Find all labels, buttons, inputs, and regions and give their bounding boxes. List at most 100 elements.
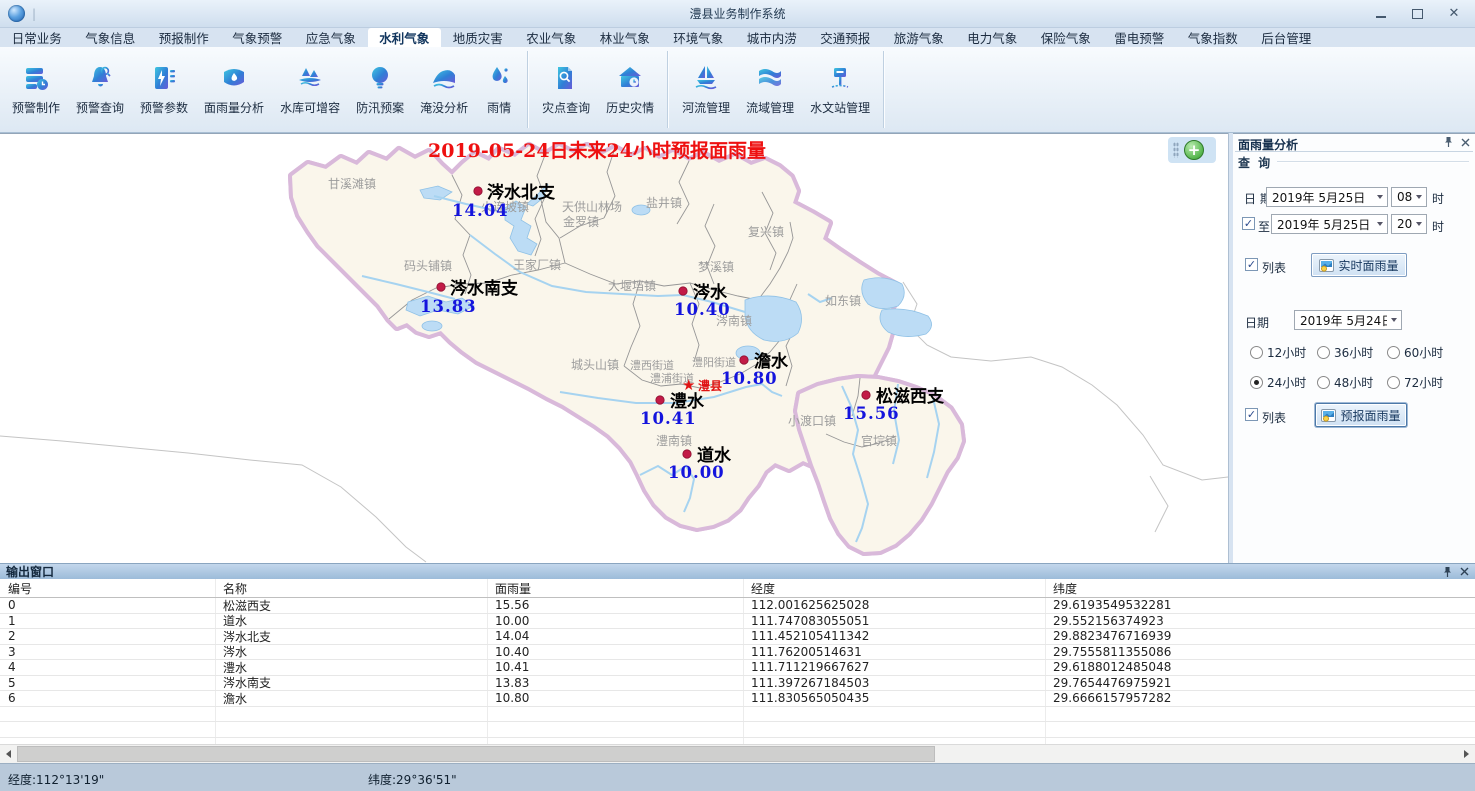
add-layer-button[interactable]: +	[1184, 140, 1204, 160]
alert-edit-icon	[21, 63, 51, 93]
duration-radio-12小时[interactable]: 12小时	[1250, 344, 1306, 361]
station-dot-icon[interactable]	[679, 287, 687, 295]
column-header[interactable]: 面雨量	[487, 580, 743, 597]
tool-basin[interactable]: 流域管理	[738, 47, 802, 132]
column-header[interactable]: 编号	[0, 580, 215, 597]
tool-alert-params[interactable]: 预警参数	[132, 47, 196, 132]
tool-area-rain[interactable]: 面雨量分析	[196, 47, 272, 132]
end-date-select[interactable]: 2019年 5月25日	[1271, 214, 1388, 234]
column-header[interactable]: 名称	[215, 580, 487, 597]
basin-icon	[755, 63, 785, 93]
column-header[interactable]: 经度	[743, 580, 1045, 597]
menu-tab-12[interactable]: 旅游气象	[882, 28, 956, 47]
menu-tab-10[interactable]: 城市内涝	[735, 28, 809, 47]
start-hour-select[interactable]: 08	[1391, 187, 1427, 207]
menu-tab-15[interactable]: 雷电预警	[1103, 28, 1177, 47]
pin-icon[interactable]	[1444, 136, 1453, 148]
duration-radio-60小时[interactable]: 60小时	[1387, 344, 1443, 361]
tool-disaster-history[interactable]: 历史灾情	[598, 47, 662, 132]
menu-tab-9[interactable]: 环境气象	[662, 28, 736, 47]
table-row[interactable]: 5涔水南支13.83111.39726718450329.76544769759…	[0, 676, 1475, 692]
tool-alert-edit[interactable]: 预警制作	[4, 47, 68, 132]
duration-radio-36小时[interactable]: 36小时	[1317, 344, 1373, 361]
start-date-select[interactable]: 2019年 5月25日	[1266, 187, 1388, 207]
table-body: 0松滋西支15.56112.00162562502829.61935495322…	[0, 598, 1475, 744]
menu-tab-7[interactable]: 农业气象	[515, 28, 589, 47]
latitude-readout: 纬度:29°36'51"	[368, 771, 457, 788]
town-label: 甘溪滩镇	[328, 177, 376, 191]
forecast-date-select[interactable]: 2019年 5月24日	[1294, 310, 1402, 330]
station-dot-icon[interactable]	[474, 187, 482, 195]
menu-tab-4[interactable]: 应急气象	[294, 28, 368, 47]
menu-tab-2[interactable]: 预报制作	[147, 28, 221, 47]
menu-tab-13[interactable]: 电力气象	[956, 28, 1030, 47]
forecast-list-checkbox[interactable]: ✓	[1245, 408, 1258, 421]
tool-submerge[interactable]: 淹没分析	[412, 47, 476, 132]
tool-reservoir[interactable]: 水库可增容	[272, 47, 348, 132]
radio-circle-icon	[1250, 376, 1263, 389]
menu-tab-1[interactable]: 气象信息	[74, 28, 148, 47]
town-label: 大堰垱镇	[608, 279, 656, 293]
end-date-checkbox[interactable]: ✓	[1242, 217, 1255, 230]
station-dot-icon[interactable]	[740, 356, 748, 364]
table-row[interactable]: 0松滋西支15.56112.00162562502829.61935495322…	[0, 598, 1475, 614]
title-bar: | 澧县业务制作系统 ✕	[0, 0, 1475, 28]
tool-disaster-search[interactable]: 灾点查询	[534, 47, 598, 132]
table-row[interactable]: 6澹水10.80111.83056505043529.6666157957282	[0, 691, 1475, 707]
realtime-list-checkbox[interactable]: ✓	[1245, 258, 1258, 271]
menu-tab-3[interactable]: 气象预警	[221, 28, 295, 47]
scroll-left-icon[interactable]	[0, 745, 17, 763]
map-canvas[interactable]: 甘溪滩镇火连坡镇盐井镇天供山林场金罗镇码头铺镇王家厂镇复兴镇梦溪镇大堰垱镇涔南镇…	[0, 134, 1228, 563]
panel-divider	[1235, 151, 1473, 152]
tool-alert-search[interactable]: 预警查询	[68, 47, 132, 132]
station-dot-icon[interactable]	[656, 396, 664, 404]
town-label: 澧西街道	[630, 358, 674, 372]
drag-handle-icon[interactable]	[1173, 142, 1179, 158]
minimize-icon[interactable]	[1375, 8, 1389, 20]
end-hour-select[interactable]: 20	[1391, 214, 1427, 234]
duration-radio-72小时[interactable]: 72小时	[1387, 374, 1443, 391]
station-dot-icon[interactable]	[683, 450, 691, 458]
toolbar-separator	[527, 51, 529, 128]
table-row[interactable]: 1道水10.00111.74708305505129.552156374923	[0, 614, 1475, 630]
map-panel[interactable]: 甘溪滩镇火连坡镇盐井镇天供山林场金罗镇码头铺镇王家厂镇复兴镇梦溪镇大堰垱镇涔南镇…	[0, 133, 1228, 563]
table-cell: 10.80	[487, 691, 743, 705]
tool-rain[interactable]: 雨情	[476, 47, 522, 132]
station-dot-icon[interactable]	[862, 391, 870, 399]
menu-tab-0[interactable]: 日常业务	[0, 28, 74, 47]
reservoir-icon	[295, 63, 325, 93]
menu-tab-11[interactable]: 交通预报	[809, 28, 883, 47]
scrollbar-thumb[interactable]	[17, 746, 935, 762]
realtime-rain-button[interactable]: 实时面雨量	[1311, 253, 1407, 277]
menu-tab-8[interactable]: 林业气象	[588, 28, 662, 47]
table-cell: 29.8823476716939	[1045, 629, 1473, 643]
column-header[interactable]: 纬度	[1045, 580, 1473, 597]
radio-label: 36小时	[1334, 344, 1373, 361]
panel-close-icon[interactable]	[1461, 138, 1470, 147]
river-icon	[691, 63, 721, 93]
menu-tab-14[interactable]: 保险气象	[1029, 28, 1103, 47]
duration-radio-24小时[interactable]: 24小时	[1250, 374, 1306, 391]
forecast-rain-button[interactable]: 预报面雨量	[1315, 403, 1407, 427]
station-dot-icon[interactable]	[437, 283, 445, 291]
tool-hydro-station[interactable]: 水文站管理	[802, 47, 878, 132]
alert-params-icon	[149, 63, 179, 93]
town-label: 天供山林场	[562, 200, 622, 214]
horizontal-scrollbar[interactable]	[0, 744, 1475, 763]
maximize-icon[interactable]	[1411, 8, 1425, 20]
menu-tab-17[interactable]: 后台管理	[1250, 28, 1324, 47]
table-row[interactable]: 2涔水北支14.04111.45210541134229.88234767169…	[0, 629, 1475, 645]
table-row[interactable]: 3涔水10.40111.7620051463129.7555811355086	[0, 645, 1475, 661]
output-close-icon[interactable]	[1460, 567, 1469, 576]
table-row[interactable]: 4澧水10.41111.71121966762729.6188012485048	[0, 660, 1475, 676]
tool-river[interactable]: 河流管理	[674, 47, 738, 132]
station-name: 涔水南支	[450, 278, 519, 299]
menu-tab-6[interactable]: 地质灾害	[441, 28, 515, 47]
duration-radio-48小时[interactable]: 48小时	[1317, 374, 1373, 391]
close-icon[interactable]: ✕	[1447, 8, 1461, 20]
pin-icon[interactable]	[1443, 566, 1452, 578]
scroll-right-icon[interactable]	[1458, 745, 1475, 763]
tool-flood-plan[interactable]: 防汛预案	[348, 47, 412, 132]
menu-tab-16[interactable]: 气象指数	[1176, 28, 1250, 47]
menu-tab-5[interactable]: 水利气象	[368, 28, 442, 47]
